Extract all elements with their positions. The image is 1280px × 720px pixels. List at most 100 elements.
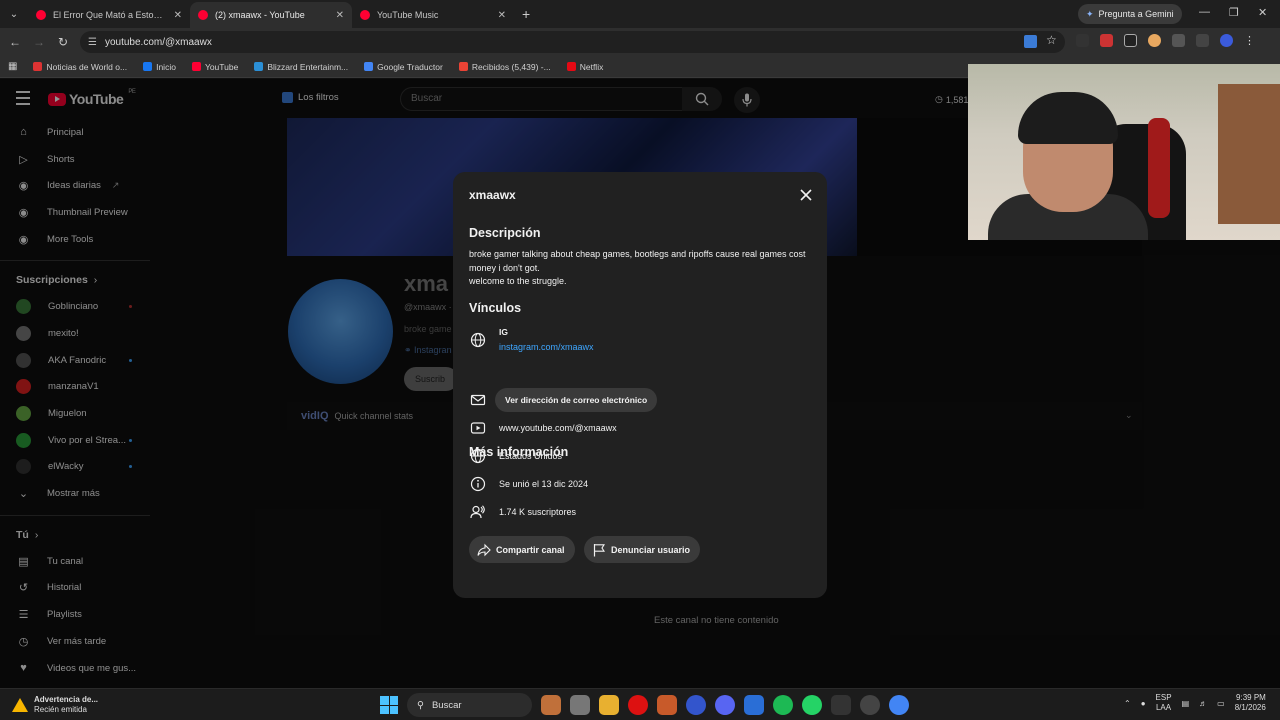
restore-icon[interactable]: ❐ xyxy=(1229,6,1239,19)
subscriber-count: 1.74 K suscriptores xyxy=(499,507,577,517)
play-box-icon xyxy=(470,422,486,434)
app-icon[interactable] xyxy=(860,695,880,715)
extension-icon[interactable] xyxy=(1100,34,1113,47)
tab-search-chevron-icon[interactable]: ⌄ xyxy=(0,0,28,28)
app-icon[interactable] xyxy=(686,695,706,715)
tab-close-icon[interactable]: ✕ xyxy=(336,10,344,21)
view-email-button[interactable]: Ver dirección de correo electrónico xyxy=(495,388,658,412)
description-text-2: welcome to the struggle. xyxy=(469,276,567,286)
browser-tab-2[interactable]: (2) xmaawx - YouTube ✕ xyxy=(190,2,352,28)
joined-date: Se unió el 13 dic 2024 xyxy=(499,479,589,489)
chevron-up-icon[interactable]: ⌃ xyxy=(1124,699,1131,708)
dialog-title: xmaawx xyxy=(469,188,516,202)
webcam-overlay xyxy=(968,64,1280,240)
network-icon[interactable]: ▤ xyxy=(1182,699,1190,708)
share-channel-button[interactable]: Compartir canal xyxy=(469,536,575,563)
search-icon: ⚲ xyxy=(417,699,424,711)
battery-icon[interactable]: ▭ xyxy=(1217,699,1225,708)
windows-start-icon[interactable] xyxy=(380,696,398,714)
bookmark-star-icon[interactable]: ☆ xyxy=(1046,33,1057,47)
puzzle-icon[interactable] xyxy=(1172,34,1185,47)
address-bar[interactable]: ☰ youtube.com/@xmaawx xyxy=(80,31,1065,53)
chrome-icon[interactable] xyxy=(889,695,909,715)
extension-icon[interactable] xyxy=(1148,34,1161,47)
system-tray: ⌃ ● ESP LAA ▤ ♬ ▭ 9:39 PM 8/1/2026 xyxy=(1124,693,1266,713)
youtube-music-favicon-icon xyxy=(360,10,370,20)
apps-grid-icon[interactable]: ▦ xyxy=(8,61,17,72)
channel-url[interactable]: www.youtube.com/@xmaawx xyxy=(499,423,617,433)
gemini-sparkle-icon: ✦ xyxy=(1086,8,1094,19)
extension-icon[interactable] xyxy=(1076,34,1089,47)
warning-subtitle: Recién emitida xyxy=(34,705,87,714)
install-app-icon[interactable] xyxy=(1024,35,1037,48)
tab-close-icon[interactable]: ✕ xyxy=(498,10,506,21)
volume-icon[interactable]: ♬ xyxy=(1199,699,1207,708)
country-text: Estados Unidos xyxy=(499,451,563,461)
reload-icon[interactable]: ↻ xyxy=(51,35,75,49)
more-menu-icon[interactable]: ⋮ xyxy=(1244,34,1255,47)
subscribers-icon xyxy=(470,505,485,519)
app-icon[interactable] xyxy=(657,695,677,715)
app-icon[interactable] xyxy=(744,695,764,715)
extensions-row: ⋮ xyxy=(1076,34,1255,47)
extension-icon[interactable] xyxy=(1124,34,1137,47)
site-info-icon[interactable]: ☰ xyxy=(88,37,97,48)
tab-close-icon[interactable]: ✕ xyxy=(174,10,182,21)
description-heading: Descripción xyxy=(469,226,541,240)
bookmark-item[interactable]: Netflix xyxy=(566,62,603,72)
tab-title: El Error Que Mató a Estos Batt xyxy=(53,10,167,20)
link-title: IG xyxy=(499,327,508,337)
email-row xyxy=(469,392,487,408)
clock[interactable]: 9:39 PM 8/1/2026 xyxy=(1235,693,1266,713)
task-view-icon[interactable] xyxy=(570,695,590,715)
youtube-favicon-icon xyxy=(198,10,208,20)
file-explorer-icon[interactable] xyxy=(599,695,619,715)
windows-taskbar: Advertencia de... Recién emitida ⚲ Busca… xyxy=(0,688,1280,720)
bookmark-item[interactable]: Blizzard Entertainm... xyxy=(254,62,348,72)
new-tab-button[interactable]: + xyxy=(522,6,530,22)
widget-app-icon[interactable] xyxy=(541,695,561,715)
tab-title: (2) xmaawx - YouTube xyxy=(215,10,305,20)
browser-tab-3[interactable]: YouTube Music ✕ xyxy=(352,2,514,28)
spotify-icon[interactable] xyxy=(773,695,793,715)
whatsapp-icon[interactable] xyxy=(802,695,822,715)
bookmark-item[interactable]: Noticias de World o... xyxy=(33,62,127,72)
webcam-background-shelf xyxy=(1218,84,1280,224)
bookmark-item[interactable]: Recibidos (5,439) -... xyxy=(458,62,551,72)
bookmark-item[interactable]: Inicio xyxy=(143,62,176,72)
webcam-chair-accent xyxy=(1148,118,1170,218)
share-icon xyxy=(477,543,491,556)
discord-icon[interactable] xyxy=(715,695,735,715)
globe-icon xyxy=(470,448,486,464)
reading-list-icon[interactable] xyxy=(1196,34,1209,47)
back-icon[interactable]: ← xyxy=(3,35,27,49)
link-row: IG instagram.com/xmaawx xyxy=(469,327,594,352)
mail-icon xyxy=(470,394,486,406)
gemini-button[interactable]: ✦ Pregunta a Gemini xyxy=(1078,4,1182,24)
browser-tab-1[interactable]: El Error Que Mató a Estos Batt ✕ xyxy=(28,2,190,28)
url-text: youtube.com/@xmaawx xyxy=(104,36,212,48)
opera-icon[interactable] xyxy=(628,695,648,715)
language-indicator[interactable]: ESP LAA xyxy=(1156,693,1172,713)
close-window-icon[interactable]: ✕ xyxy=(1258,6,1267,19)
report-user-button[interactable]: Denunciar usuario xyxy=(584,536,701,563)
minimize-icon[interactable]: — xyxy=(1199,6,1210,18)
bookmark-item[interactable]: Google Traductor xyxy=(364,62,443,72)
joined-row: Se unió el 13 dic 2024 xyxy=(469,476,588,492)
epic-games-icon[interactable] xyxy=(831,695,851,715)
profile-avatar-icon[interactable] xyxy=(1220,34,1233,47)
forward-icon[interactable]: → xyxy=(27,35,51,49)
flag-icon xyxy=(593,543,605,556)
subscribers-row: 1.74 K suscriptores xyxy=(469,504,576,520)
warning-icon xyxy=(12,698,28,712)
taskbar-apps: ⚲ Buscar xyxy=(380,693,909,717)
weather-warning-widget[interactable]: Advertencia de... Recién emitida xyxy=(12,695,98,715)
tab-title: YouTube Music xyxy=(377,10,439,20)
close-icon[interactable] xyxy=(799,188,813,202)
channel-url-row: www.youtube.com/@xmaawx xyxy=(469,420,617,436)
bookmark-item[interactable]: YouTube xyxy=(191,62,238,72)
taskbar-search[interactable]: ⚲ Buscar xyxy=(407,693,532,717)
channel-about-dialog: xmaawx Descripción broke gamer talking a… xyxy=(453,172,827,598)
instagram-link[interactable]: instagram.com/xmaawx xyxy=(499,342,594,352)
tray-app-icon[interactable]: ● xyxy=(1141,699,1146,708)
